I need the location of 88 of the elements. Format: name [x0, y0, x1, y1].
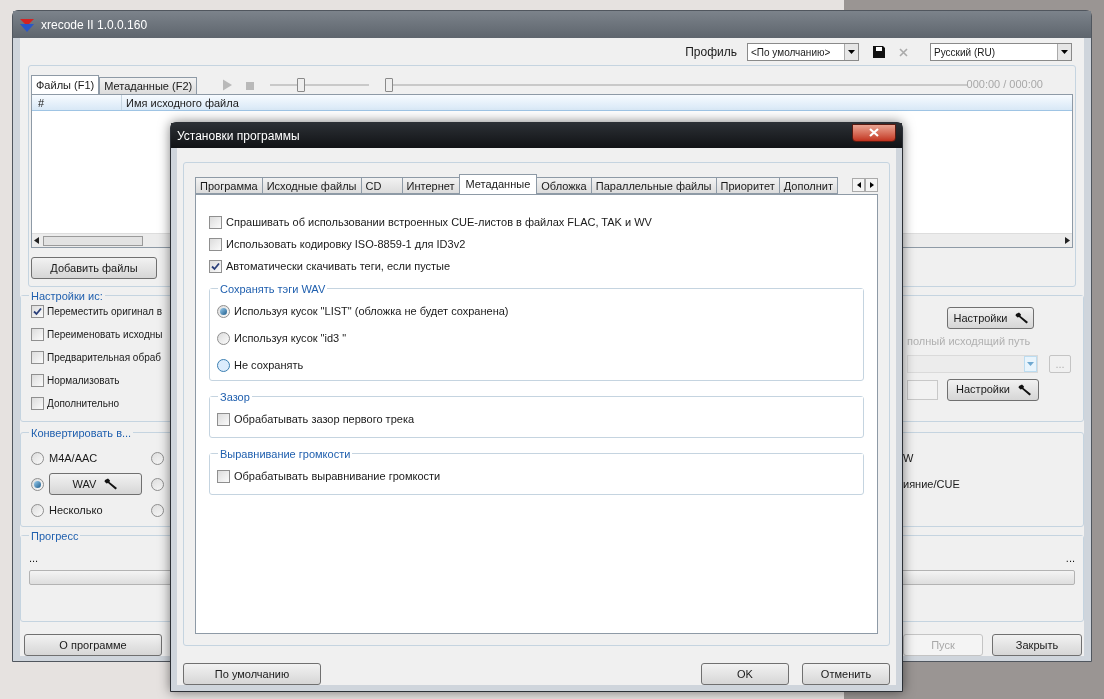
checkbox[interactable] — [31, 397, 44, 410]
caret-icon — [1027, 361, 1034, 366]
tab[interactable]: Файлы (F1) — [31, 75, 100, 94]
option-label: Нормализовать — [47, 374, 120, 388]
add-files-button[interactable]: Добавить файлы — [31, 257, 157, 279]
tab[interactable]: Программа — [195, 177, 263, 194]
settings-button[interactable]: Настройки — [947, 307, 1034, 329]
about-button[interactable]: О программе — [24, 634, 162, 656]
format-label: M4A/AAC — [49, 450, 98, 466]
close-icon — [869, 128, 879, 137]
caret-icon — [848, 50, 855, 54]
option-label: Использовать кодировку ISO-8859-1 для ID3v2 — [226, 236, 466, 252]
radio-button[interactable] — [151, 503, 164, 517]
option-label: Обрабатывать зазор первого трека — [234, 411, 415, 427]
radio-button[interactable] — [31, 477, 44, 491]
progress-status: ... — [29, 551, 39, 566]
cancel-button[interactable]: Отменить — [802, 663, 890, 685]
slider-thumb[interactable] — [297, 78, 306, 92]
language-dropdown[interactable]: Русский (RU) — [930, 43, 1072, 61]
checkbox[interactable] — [31, 305, 44, 318]
tab[interactable]: CD — [360, 177, 403, 194]
option-label: Предварительная обраб — [47, 351, 161, 365]
tab[interactable]: Метаданные (F2) — [99, 77, 198, 94]
checkbox[interactable] — [217, 412, 230, 426]
option-label: Используя кусок "LIST" (обложка не будет сохранена) — [234, 303, 509, 319]
scroll-right-icon[interactable] — [1065, 237, 1070, 244]
play-icon[interactable] — [223, 79, 233, 91]
format-button[interactable]: WAV — [49, 473, 142, 495]
radio-button[interactable] — [31, 451, 44, 465]
checkbox[interactable] — [31, 328, 44, 341]
option-label: Переименовать исходны — [47, 328, 163, 342]
format-label: W — [903, 450, 915, 466]
option-label: Дополнительно — [47, 397, 119, 411]
column-header[interactable]: Имя исходного файла — [122, 95, 239, 110]
wrench-icon — [1017, 383, 1032, 396]
checkbox[interactable] — [31, 351, 44, 364]
settings-button[interactable]: Настройки — [947, 378, 1039, 401]
progress-status: ... — [1065, 551, 1075, 566]
close-icon[interactable] — [899, 47, 908, 57]
radio-button[interactable] — [151, 451, 164, 465]
option-label: Не сохранять — [234, 357, 304, 373]
option-label: Обрабатывать выравнивание громкости — [234, 468, 441, 484]
tab[interactable]: Приоритет — [715, 177, 780, 194]
seek-slider[interactable] — [385, 78, 967, 92]
defaults-button[interactable]: По умолчанию — [183, 663, 321, 685]
checkbox[interactable] — [217, 469, 230, 483]
tab[interactable]: Дополнит — [778, 177, 838, 194]
scroll-left-icon[interactable] — [34, 237, 39, 244]
column-header[interactable]: # — [32, 95, 122, 110]
window-title: xrecode II 1.0.0.160 — [41, 16, 148, 34]
save-icon[interactable] — [873, 46, 885, 58]
tab[interactable]: Исходные файлы — [261, 177, 362, 194]
close-button[interactable]: Закрыть — [992, 634, 1082, 656]
tab[interactable]: Метаданные — [458, 174, 538, 194]
close-button[interactable] — [852, 123, 896, 142]
caret-icon — [1061, 50, 1068, 54]
ok-button[interactable]: OK — [701, 663, 789, 685]
radio-button[interactable] — [217, 304, 230, 318]
scroll-right-icon[interactable] — [865, 178, 878, 192]
wrench-icon — [1015, 312, 1030, 324]
tab[interactable]: Параллельные файлы — [590, 177, 717, 194]
volume-slider[interactable] — [269, 78, 370, 92]
wrench-icon — [104, 478, 119, 490]
format-label: Несколько — [49, 502, 103, 518]
radio-button[interactable] — [217, 358, 230, 372]
tab[interactable]: Интернет — [401, 177, 460, 194]
format-label: ияние/CUE — [903, 476, 961, 492]
tab[interactable]: Обложка — [536, 177, 592, 194]
option-label: Спрашивать об использовании встроенных CUE-листов в файлах FLAC, TAK и WV — [226, 214, 652, 230]
option-label: Используя кусок "id3 " — [234, 330, 347, 346]
text-field[interactable] — [907, 379, 938, 400]
radio-button[interactable] — [151, 477, 164, 491]
scroll-left-icon[interactable] — [852, 178, 865, 192]
radio-button[interactable] — [31, 503, 44, 517]
window-title: Установки программы — [177, 127, 300, 145]
checkbox[interactable] — [31, 374, 44, 387]
time-label: 000:00 / 000:00 — [966, 76, 1043, 92]
option-label: Переместить оригинал в — [47, 305, 162, 319]
checkbox[interactable] — [209, 259, 222, 273]
checkbox[interactable] — [209, 215, 222, 229]
radio-button[interactable] — [217, 331, 230, 345]
app-logo-icon — [19, 16, 35, 33]
profile-dropdown[interactable]: <По умолчанию> — [747, 43, 859, 61]
option-label: Автоматически скачивать теги, если пустые — [226, 258, 451, 274]
slider-thumb[interactable] — [385, 78, 394, 92]
checkbox[interactable] — [209, 237, 222, 251]
output-path-hint: полный исходящий путь — [907, 334, 1031, 349]
profile-label: Профиль — [685, 44, 737, 61]
